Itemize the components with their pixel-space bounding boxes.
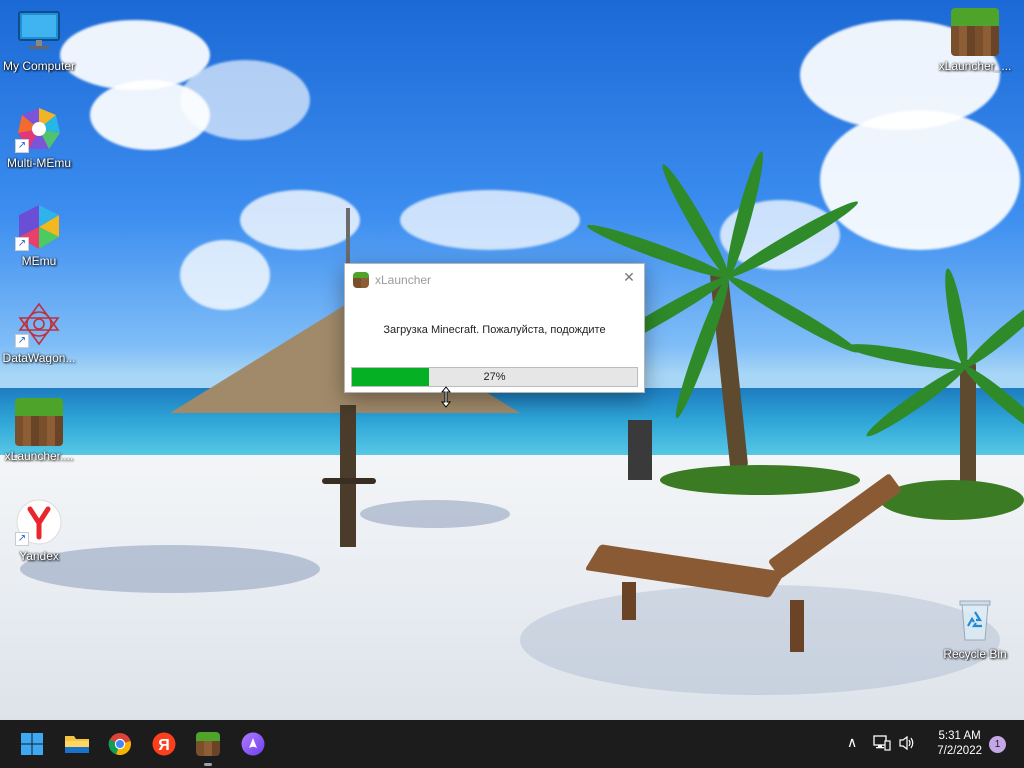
desktop-icon-yandex[interactable]: ↗ Yandex <box>0 498 78 563</box>
progress-percent-label: 27% <box>483 371 506 383</box>
taskbar: Я ∧ 5:31 AM 7/2/2022 1 <box>0 720 1024 768</box>
chrome-icon <box>108 733 131 756</box>
shortcut-arrow-icon: ↗ <box>15 139 29 153</box>
desktop-icon-label: xLauncher.... <box>4 449 74 463</box>
desktop-icon-my-computer[interactable]: My Computer <box>0 8 78 73</box>
memu-icon: ↗ <box>15 203 63 251</box>
desktop-icon-label: My Computer <box>2 59 76 73</box>
dialog-message: Загрузка Minecraft. Пожалуйста, подождит… <box>383 324 606 336</box>
taskbar-alice[interactable] <box>237 728 269 760</box>
taskbar-file-explorer[interactable] <box>61 728 93 760</box>
desktop-icon-label: Multi-MEmu <box>6 156 71 170</box>
xlauncher-dialog: xLauncher ✕ Загрузка Minecraft. Пожалуйс… <box>344 263 645 393</box>
recycle-bin-icon <box>951 596 999 644</box>
clock[interactable]: 5:31 AM 7/2/2022 <box>937 729 982 759</box>
shortcut-arrow-icon: ↗ <box>15 237 29 251</box>
desktop-icon-label: DataWagon... <box>2 351 76 365</box>
volume-icon[interactable] <box>898 735 916 754</box>
datawagon-icon: ↗ <box>15 300 63 348</box>
minecraft-grass-icon <box>951 8 999 56</box>
desktop-icon-memu[interactable]: ↗ MEmu <box>0 203 78 268</box>
desktop-icon-xlauncher-right[interactable]: xLauncher_... <box>936 8 1014 73</box>
svg-text:Я: Я <box>158 737 170 754</box>
desktop-icon-xlauncher[interactable]: xLauncher.... <box>0 398 78 463</box>
minecraft-grass-icon <box>353 272 369 288</box>
multi-memu-icon: ↗ <box>15 105 63 153</box>
network-icon[interactable] <box>873 735 891 754</box>
taskbar-yandex-browser[interactable]: Я <box>148 728 180 760</box>
folder-icon <box>65 736 89 753</box>
desktop-icon-datawagon[interactable]: ↗ DataWagon... <box>0 300 78 365</box>
clock-time: 5:31 AM <box>938 730 981 742</box>
dialog-titlebar: xLauncher <box>353 271 431 289</box>
dialog-title: xLauncher <box>375 273 432 287</box>
monitor-icon <box>15 8 63 56</box>
taskbar-chrome[interactable] <box>104 728 136 760</box>
windows-icon <box>21 733 43 755</box>
desktop-icon-label: MEmu <box>21 254 57 268</box>
minecraft-grass-icon <box>15 398 63 446</box>
shortcut-arrow-icon: ↗ <box>15 532 29 546</box>
yandex-icon: ↗ <box>15 498 63 546</box>
minecraft-grass-icon <box>196 732 220 756</box>
yandex-icon: Я <box>152 732 176 756</box>
notification-badge[interactable]: 1 <box>989 736 1006 753</box>
desktop-icon-label: xLauncher_... <box>938 59 1012 73</box>
start-button[interactable] <box>16 728 48 760</box>
desktop-icon-multi-memu[interactable]: ↗ Multi-MEmu <box>0 105 78 170</box>
desktop-icon-recycle-bin[interactable]: Recycle Bin <box>936 596 1014 661</box>
resize-cursor-icon <box>441 386 451 408</box>
download-progress-bar: 27% <box>351 367 638 387</box>
shortcut-arrow-icon: ↗ <box>15 334 29 348</box>
show-hidden-icons-button[interactable]: ∧ <box>847 734 857 751</box>
clock-date: 7/2/2022 <box>937 745 982 757</box>
alice-icon <box>241 732 265 756</box>
desktop-icon-label: Yandex <box>19 549 59 563</box>
desktop-icon-label: Recycle Bin <box>943 647 1007 661</box>
taskbar-xlauncher[interactable] <box>192 728 224 766</box>
running-indicator <box>204 763 212 766</box>
close-button[interactable]: ✕ <box>622 270 636 284</box>
